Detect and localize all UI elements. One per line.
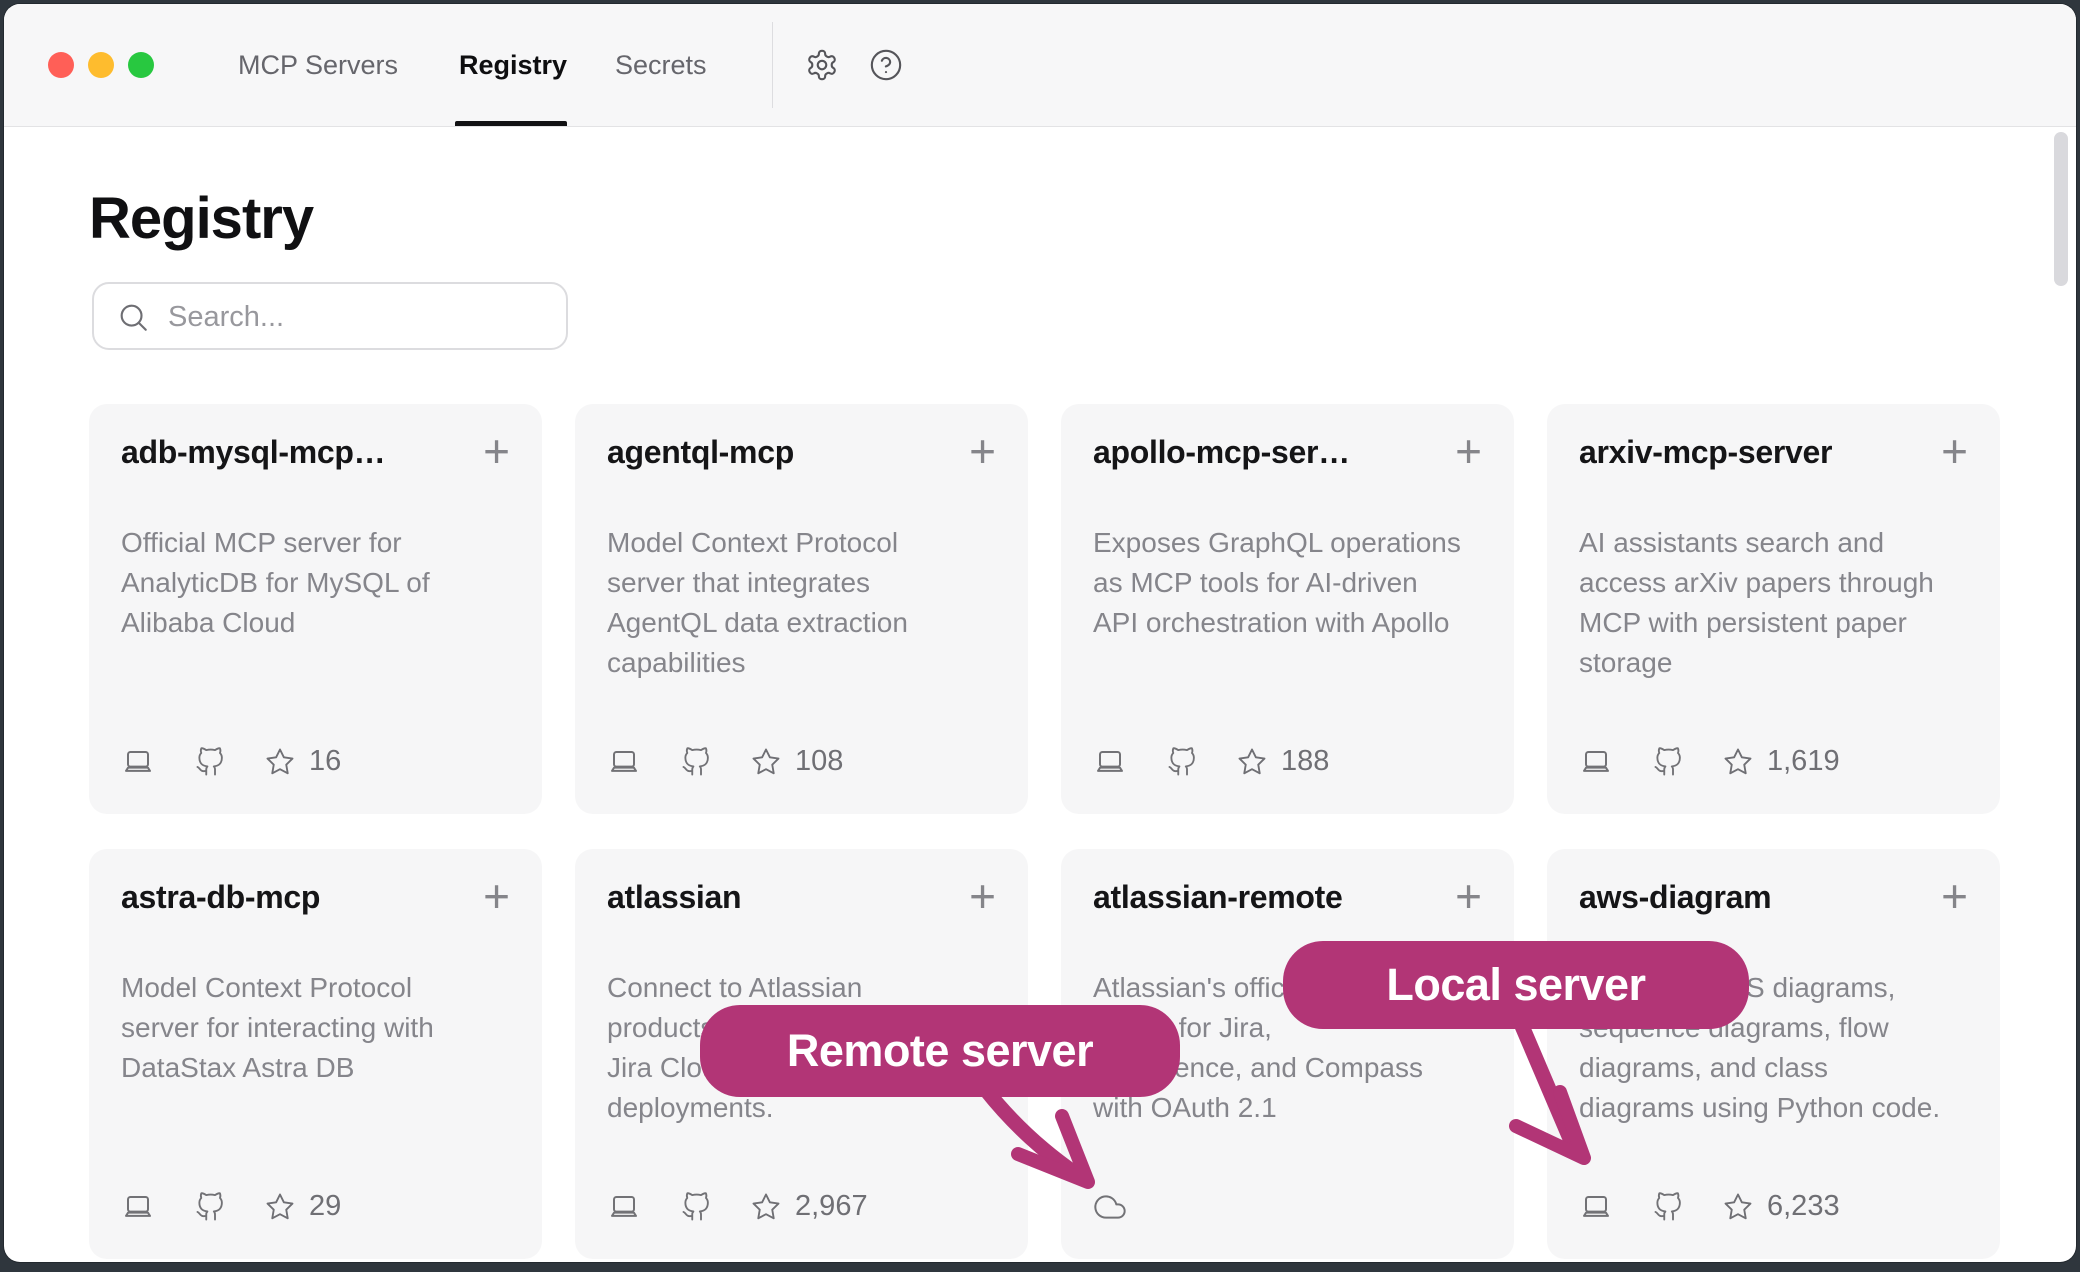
star-count: 188 — [1237, 745, 1329, 778]
vertical-scrollbar-thumb[interactable] — [2054, 132, 2068, 286]
server-name: astra-db-mcp — [121, 879, 320, 916]
server-name: apollo-mcp-ser… — [1093, 434, 1350, 471]
add-server-button[interactable]: + — [1931, 879, 1968, 913]
star-icon — [265, 1192, 295, 1222]
active-tab-indicator — [455, 121, 567, 126]
server-name: atlassian-remote — [1093, 879, 1343, 916]
star-icon — [1237, 747, 1267, 777]
github-icon[interactable] — [1167, 746, 1197, 778]
tab-secrets[interactable]: Secrets — [615, 4, 707, 126]
laptop-icon — [121, 1191, 155, 1223]
server-name: atlassian — [607, 879, 741, 916]
star-count: 2,967 — [751, 1190, 868, 1223]
laptop-icon — [607, 746, 641, 778]
add-server-button[interactable]: + — [959, 434, 996, 468]
app-window: MCP Servers Registry Secrets Registry — [4, 4, 2076, 1262]
github-icon[interactable] — [195, 1191, 225, 1223]
cloud-icon — [1093, 1191, 1127, 1223]
github-icon[interactable] — [681, 1191, 711, 1223]
search-input[interactable] — [166, 284, 550, 350]
add-server-button[interactable]: + — [1445, 434, 1482, 468]
server-card-apollo-mcp-server[interactable]: apollo-mcp-ser… + Exposes GraphQL operat… — [1061, 404, 1514, 814]
laptop-icon — [121, 746, 155, 778]
titlebar: MCP Servers Registry Secrets — [4, 4, 2076, 127]
server-description: AI assistants search and access arXiv pa… — [1579, 523, 1968, 683]
server-name: arxiv-mcp-server — [1579, 434, 1832, 471]
star-icon — [1723, 1192, 1753, 1222]
server-card-arxiv-mcp-server[interactable]: arxiv-mcp-server + AI assistants search … — [1547, 404, 2000, 814]
page-title: Registry — [89, 181, 313, 257]
search-box — [92, 282, 568, 350]
tab-mcp-servers[interactable]: MCP Servers — [238, 4, 398, 126]
search-icon — [116, 300, 150, 334]
github-icon[interactable] — [1653, 1191, 1683, 1223]
star-icon — [265, 747, 295, 777]
server-description: Exposes GraphQL operations as MCP tools … — [1093, 523, 1482, 643]
add-server-button[interactable]: + — [1445, 879, 1482, 913]
star-count: 6,233 — [1723, 1190, 1840, 1223]
star-count: 16 — [265, 745, 341, 778]
server-card-astra-db-mcp[interactable]: astra-db-mcp + Model Context Protocol se… — [89, 849, 542, 1259]
tab-registry[interactable]: Registry — [459, 4, 567, 126]
laptop-icon — [1579, 746, 1613, 778]
server-description: Model Context Protocol server for intera… — [121, 968, 510, 1088]
titlebar-divider — [772, 22, 773, 108]
star-count: 29 — [265, 1190, 341, 1223]
help-icon[interactable] — [869, 48, 903, 82]
star-icon — [751, 1192, 781, 1222]
server-card-agentql-mcp[interactable]: agentql-mcp + Model Context Protocol ser… — [575, 404, 1028, 814]
star-icon — [751, 747, 781, 777]
server-card-aws-diagram[interactable]: aws-diagram + Generate AWS diagrams, seq… — [1547, 849, 2000, 1259]
registry-card-grid: adb-mysql-mcp… + Official MCP server for… — [89, 404, 1999, 1259]
minimize-window-button[interactable] — [88, 52, 114, 78]
server-card-adb-mysql-mcp[interactable]: adb-mysql-mcp… + Official MCP server for… — [89, 404, 542, 814]
github-icon[interactable] — [1653, 746, 1683, 778]
traffic-lights — [48, 52, 154, 78]
server-description: Model Context Protocol server that integ… — [607, 523, 996, 683]
star-icon — [1723, 747, 1753, 777]
server-description: Official MCP server for AnalyticDB for M… — [121, 523, 510, 643]
add-server-button[interactable]: + — [959, 879, 996, 913]
server-name: agentql-mcp — [607, 434, 794, 471]
star-count: 1,619 — [1723, 745, 1840, 778]
server-name: adb-mysql-mcp… — [121, 434, 385, 471]
laptop-icon — [1579, 1191, 1613, 1223]
laptop-icon — [607, 1191, 641, 1223]
local-server-badge: Local server — [1283, 941, 1749, 1029]
star-count: 108 — [751, 745, 843, 778]
add-server-button[interactable]: + — [473, 879, 510, 913]
add-server-button[interactable]: + — [473, 434, 510, 468]
github-icon[interactable] — [681, 746, 711, 778]
server-name: aws-diagram — [1579, 879, 1771, 916]
gear-icon[interactable] — [805, 48, 839, 82]
close-window-button[interactable] — [48, 52, 74, 78]
github-icon[interactable] — [195, 746, 225, 778]
laptop-icon — [1093, 746, 1127, 778]
zoom-window-button[interactable] — [128, 52, 154, 78]
remote-server-badge: Remote server — [700, 1005, 1180, 1097]
add-server-button[interactable]: + — [1931, 434, 1968, 468]
